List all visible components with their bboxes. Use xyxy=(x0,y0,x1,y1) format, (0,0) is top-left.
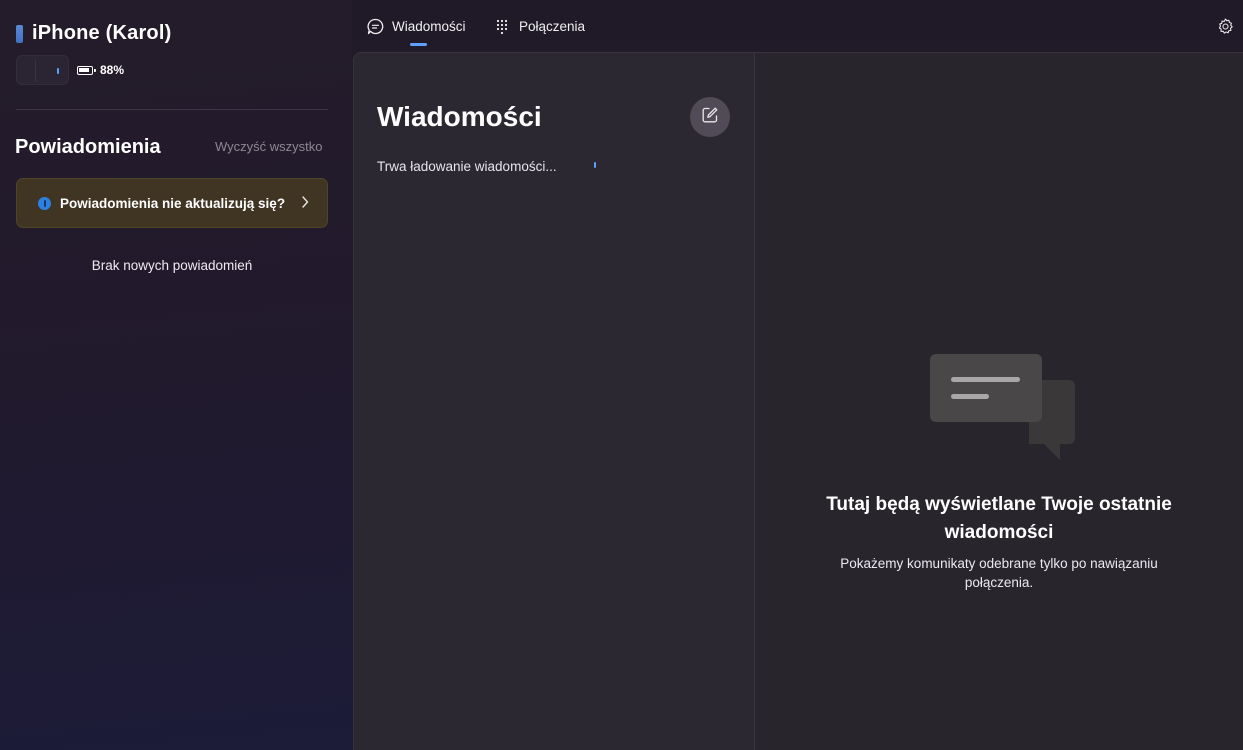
tab-calls[interactable]: Połączenia xyxy=(494,18,585,35)
info-icon xyxy=(38,196,51,210)
chat-bubbles-icon xyxy=(929,353,1079,465)
connection-status-box[interactable] xyxy=(16,55,69,85)
gear-icon[interactable] xyxy=(1216,17,1235,36)
compose-button[interactable] xyxy=(690,97,730,137)
no-notifications-text: Brak nowych powiadomień xyxy=(91,258,253,273)
message-detail-panel: Tutaj będą wyświetlane Twoje ostatnie wi… xyxy=(754,52,1243,750)
phone-icon xyxy=(16,24,23,43)
notifications-title: Powiadomienia xyxy=(15,136,161,158)
compose-icon xyxy=(701,106,719,129)
device-header: iPhone (Karol) xyxy=(16,22,171,45)
sidebar-divider xyxy=(16,109,328,110)
tab-messages-label: Wiadomości xyxy=(392,19,466,34)
battery-fill xyxy=(79,67,89,72)
top-navigation: Wiadomości Połączenia xyxy=(352,0,1243,52)
empty-state-title: Tutaj będą wyświetlane Twoje ostatnie wi… xyxy=(826,494,1172,543)
device-status: 88% xyxy=(16,55,124,85)
tab-calls-label: Połączenia xyxy=(519,19,586,34)
chat-bubble-icon xyxy=(367,18,384,35)
banner-text: Powiadomienia nie aktualizują się? xyxy=(60,195,286,211)
sidebar: iPhone (Karol) 88% Powiadomienia Wyczyść… xyxy=(0,0,352,750)
device-name: iPhone (Karol) xyxy=(32,22,172,44)
loading-spinner-icon xyxy=(594,162,596,168)
chevron-right-icon xyxy=(301,195,309,211)
status-separator xyxy=(35,60,36,82)
battery-percent: 88% xyxy=(100,63,125,77)
active-tab-indicator xyxy=(410,43,427,46)
messages-title: Wiadomości xyxy=(377,101,542,132)
notifications-help-banner[interactable]: Powiadomienia nie aktualizują się? xyxy=(16,178,328,228)
battery-icon xyxy=(77,65,96,75)
dialpad-icon xyxy=(494,18,511,35)
signal-indicator-icon xyxy=(57,68,59,74)
tab-messages[interactable]: Wiadomości xyxy=(367,18,466,35)
loading-messages-text: Trwa ładowanie wiadomości... xyxy=(377,159,557,174)
empty-state-subtitle: Pokażemy komunikaty odebrane tylko po na… xyxy=(840,556,1158,590)
clear-all-button[interactable]: Wyczyść wszystko xyxy=(215,139,323,154)
messages-panel: Wiadomości Trwa ładowanie wiadomości... xyxy=(353,52,754,750)
